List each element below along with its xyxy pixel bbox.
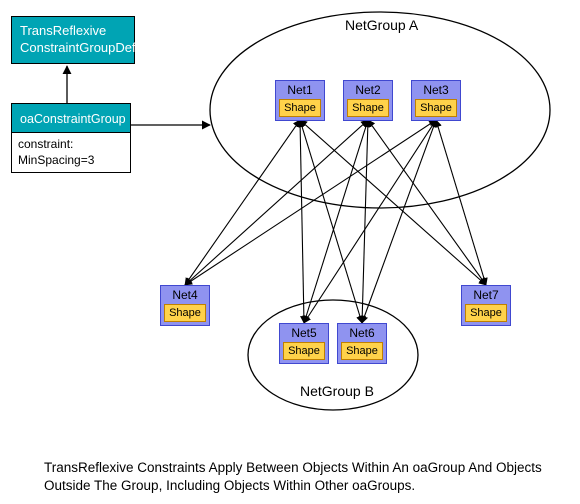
transreflexive-def-l1: TransReflexive — [20, 23, 106, 38]
oaconstraintgroup-box: oaConstraintGroup constraint: MinSpacing… — [11, 103, 131, 173]
net2-box: Net2 Shape — [343, 80, 393, 121]
net7-box: Net7 Shape — [461, 285, 511, 326]
constraint-l2: MinSpacing=3 — [18, 153, 94, 167]
net6-box: Net6 Shape — [337, 323, 387, 364]
net1-box: Net1 Shape — [275, 80, 325, 121]
constraint-box: constraint: MinSpacing=3 — [12, 132, 130, 172]
caption-l2: Outside The Group, Including Objects Wit… — [44, 478, 415, 493]
net2-shape: Shape — [347, 99, 389, 117]
net3-box: Net3 Shape — [411, 80, 461, 121]
caption-l1: TransReflexive Constraints Apply Between… — [44, 460, 542, 475]
net6-name: Net6 — [349, 326, 374, 340]
net1-name: Net1 — [287, 83, 312, 97]
net4-name: Net4 — [172, 288, 197, 302]
net3-name: Net3 — [423, 83, 448, 97]
oaconstraintgroup-title: oaConstraintGroup — [20, 112, 126, 126]
net7-shape: Shape — [465, 304, 507, 322]
net4-box: Net4 Shape — [160, 285, 210, 326]
net1-shape: Shape — [279, 99, 321, 117]
net4-shape: Shape — [164, 304, 206, 322]
net7-name: Net7 — [473, 288, 498, 302]
net2-name: Net2 — [355, 83, 380, 97]
netgroup-b-label: NetGroup B — [300, 383, 374, 399]
caption: TransReflexive Constraints Apply Between… — [44, 459, 564, 495]
transreflexive-def-l2: ConstraintGroupDef — [20, 40, 136, 55]
netgroup-a-label: NetGroup A — [345, 17, 418, 33]
net3-shape: Shape — [415, 99, 457, 117]
net6-shape: Shape — [341, 342, 383, 360]
transreflexive-def-box: TransReflexive ConstraintGroupDef — [11, 16, 135, 64]
net5-box: Net5 Shape — [279, 323, 329, 364]
constraint-l1: constraint: — [18, 137, 73, 151]
net5-name: Net5 — [291, 326, 316, 340]
diagram-svg — [0, 0, 580, 504]
net5-shape: Shape — [283, 342, 325, 360]
